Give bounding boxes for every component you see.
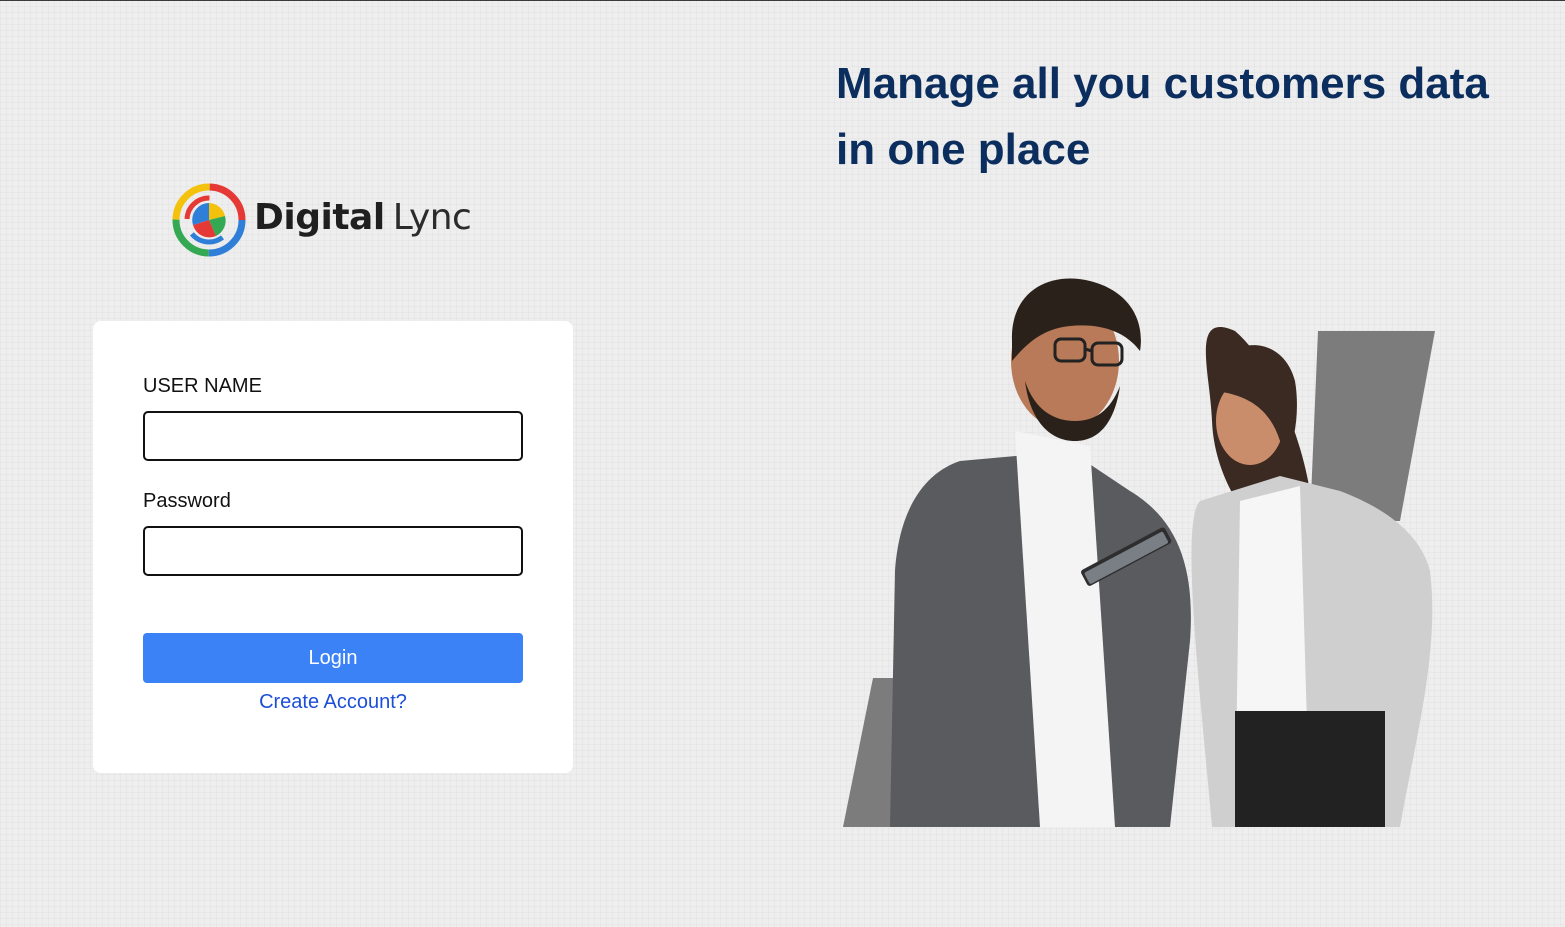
- login-card: USER NAME Password Login Create Account?: [93, 321, 573, 773]
- page-headline: Manage all you customers data in one pla…: [836, 59, 1489, 174]
- man-figure: [890, 278, 1191, 827]
- brand-logo: Digital Lync: [172, 183, 472, 257]
- brand-name: Digital Lync: [254, 197, 472, 238]
- password-label: Password: [143, 490, 231, 512]
- login-button[interactable]: Login: [143, 633, 523, 683]
- username-label: USER NAME: [143, 375, 262, 397]
- create-account-link[interactable]: Create Account?: [143, 691, 523, 714]
- digital-lync-logo-icon: [172, 183, 246, 257]
- brand-name-bold: Digital: [254, 197, 385, 238]
- brand-name-light: Lync: [392, 197, 472, 238]
- password-input[interactable]: [143, 526, 523, 576]
- username-input[interactable]: [143, 411, 523, 461]
- hero-image: [843, 278, 1435, 827]
